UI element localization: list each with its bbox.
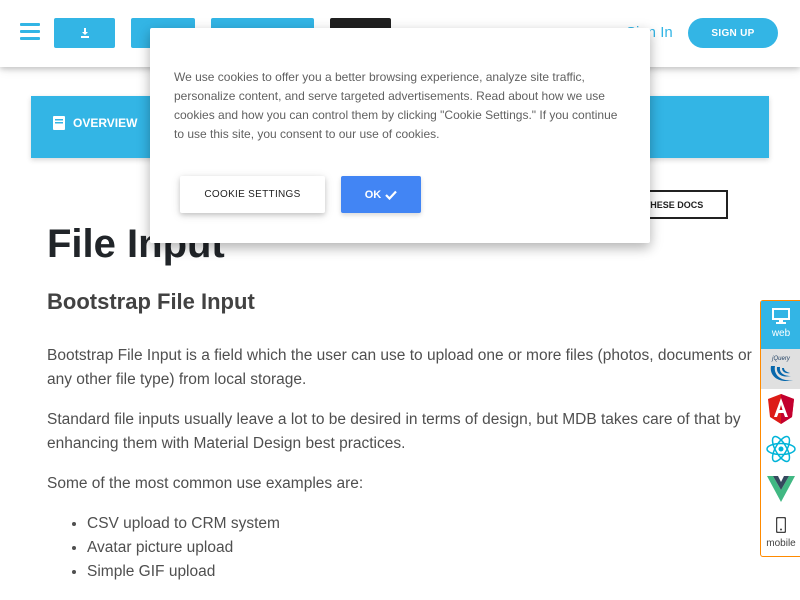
page-subtitle: Bootstrap File Input [47, 289, 255, 314]
download-icon [80, 28, 89, 38]
angular-tab[interactable] [761, 389, 800, 429]
design-paragraph: Standard file inputs usually leave a lot… [47, 411, 741, 452]
cookie-consent-modal: We use cookies to offer you a better bro… [150, 28, 650, 243]
cookie-consent-text: We use cookies to offer you a better bro… [174, 70, 618, 141]
tab-overview[interactable]: OVERVIEW [53, 116, 137, 130]
cookie-settings-label: COOKIE SETTINGS [204, 189, 301, 200]
check-icon [385, 190, 398, 200]
jquery-logo-text: jQuery [771, 356, 791, 362]
web-tab[interactable]: web [761, 301, 800, 349]
jquery-icon: jQuery [770, 356, 793, 382]
intro-paragraph: Bootstrap File Input is a field which th… [47, 347, 752, 388]
cookie-ok-button[interactable]: OK [341, 176, 421, 213]
mobile-icon [775, 516, 787, 534]
sign-up-button[interactable]: SIGN UP [688, 18, 778, 48]
book-icon [53, 116, 65, 130]
examples-intro: Some of the most common use examples are… [47, 475, 364, 492]
list-item: Avatar picture upload [87, 536, 280, 560]
vue-icon [767, 476, 795, 502]
mobile-tab-label: mobile [766, 538, 796, 549]
web-tab-label: web [771, 328, 791, 339]
list-item: Simple GIF upload [87, 560, 280, 584]
react-icon [766, 435, 796, 463]
download-button[interactable] [54, 18, 115, 48]
vue-tab[interactable] [761, 469, 800, 509]
use-examples-list: CSV upload to CRM system Avatar picture … [47, 512, 280, 584]
react-tab[interactable] [761, 429, 800, 469]
jquery-tab[interactable]: jQuery [761, 349, 800, 389]
cookie-settings-button[interactable]: COOKIE SETTINGS [180, 176, 325, 213]
desktop-icon [772, 308, 790, 324]
tab-overview-label: OVERVIEW [73, 116, 138, 130]
menu-icon[interactable] [20, 23, 40, 43]
list-item: CSV upload to CRM system [87, 512, 280, 536]
docs-button-label: THESE DOCS [644, 199, 704, 210]
mobile-tab[interactable]: mobile [761, 509, 800, 557]
framework-side-panel: web jQuery mobile [760, 300, 800, 557]
cookie-ok-label: OK [364, 188, 382, 201]
angular-icon [768, 394, 794, 424]
